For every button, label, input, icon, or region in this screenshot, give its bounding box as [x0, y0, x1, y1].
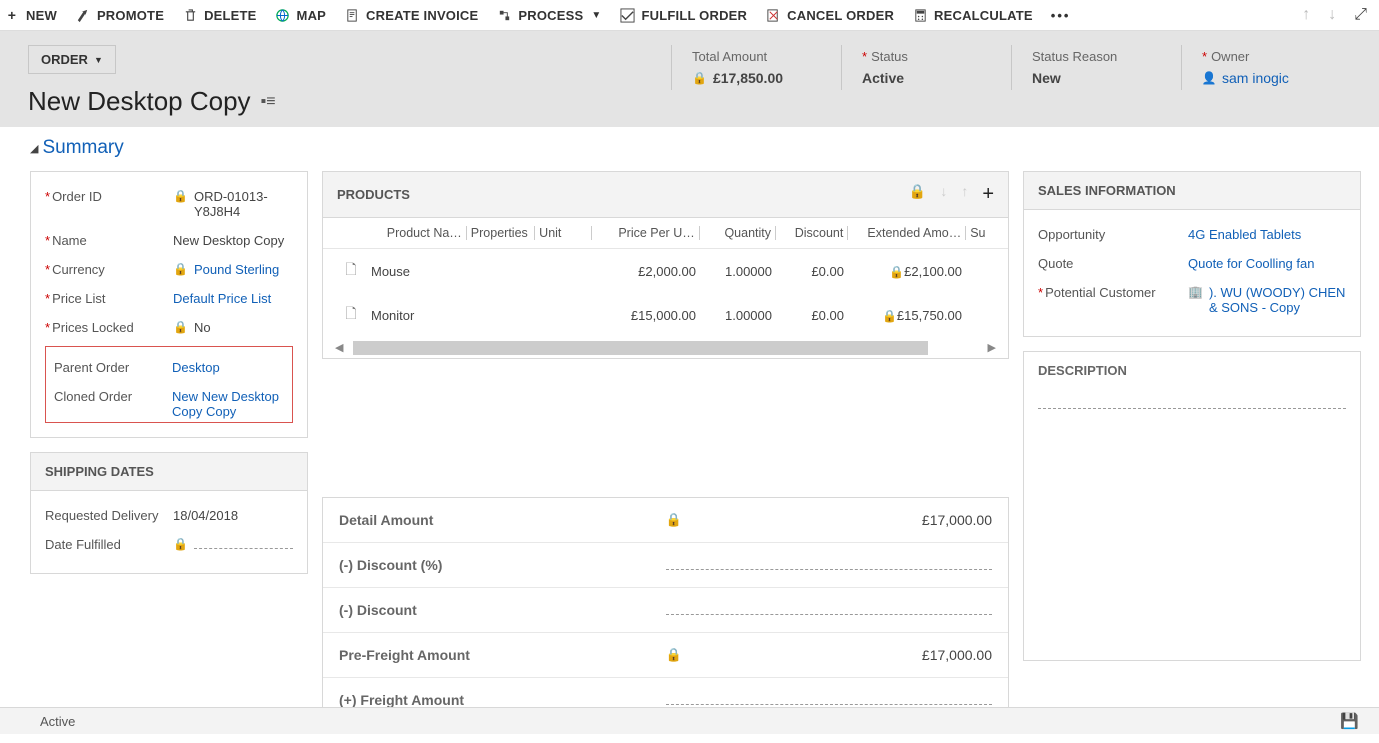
row-discount-pct[interactable]: (-) Discount (%) — [323, 543, 1008, 588]
process-icon — [496, 7, 512, 23]
product-icon: 🗋 — [335, 259, 367, 283]
field-parent-order[interactable]: Parent Order Desktop — [54, 353, 284, 382]
scroll-left-icon[interactable]: ◀ — [329, 339, 349, 356]
person-icon: 👤 — [1202, 71, 1216, 85]
lock-icon: 🔒 — [173, 537, 188, 551]
lock-icon: 🔒 — [692, 71, 707, 85]
panel-totals: Detail Amount 🔒 £17,000.00 (-) Discount … — [322, 497, 1009, 723]
row-detail-amount: Detail Amount 🔒 £17,000.00 — [323, 498, 1008, 543]
panel-header-description: DESCRIPTION — [1024, 352, 1360, 389]
hdr-status-reason[interactable]: Status Reason New — [1011, 45, 1181, 90]
chevron-down-icon: ▼ — [94, 55, 103, 65]
hdr-total-amount: Total Amount 🔒£17,850.00 — [671, 45, 841, 90]
lock-icon: 🔒 — [666, 512, 682, 528]
cancel-icon — [765, 7, 781, 23]
product-row[interactable]: 🗋 Monitor £15,000.00 1.00000 £0.00 🔒£15,… — [323, 293, 1008, 337]
cmd-create-invoice[interactable]: CREATE INVOICE — [344, 7, 478, 23]
hdr-owner[interactable]: *Owner 👤sam inogic — [1181, 45, 1351, 90]
panel-description: DESCRIPTION — [1023, 351, 1361, 661]
field-date-fulfilled: Date Fulfilled 🔒 — [45, 530, 293, 559]
invoice-icon — [344, 7, 360, 23]
cmd-promote[interactable]: PROMOTE — [75, 7, 164, 23]
grid-scrollbar[interactable]: ◀ ▶ — [323, 337, 1008, 358]
lock-icon: 🔒 — [889, 265, 904, 279]
field-opportunity[interactable]: Opportunity 4G Enabled Tablets — [1038, 220, 1346, 249]
caret-down-icon: ◢ — [30, 142, 38, 155]
trash-icon — [182, 7, 198, 23]
cmd-more[interactable]: ••• — [1051, 8, 1071, 23]
lock-icon: 🔒 — [173, 320, 188, 334]
field-potential-customer[interactable]: *Potential Customer 🏢). WU (WOODY) CHEN … — [1038, 278, 1346, 322]
field-prices-locked: *Prices Locked 🔒No — [45, 313, 293, 342]
lock-icon: 🔒 — [173, 189, 188, 203]
lock-icon: 🔒 — [882, 309, 897, 323]
account-icon: 🏢 — [1188, 285, 1203, 299]
cmd-fulfill-order[interactable]: FULFILL ORDER — [620, 7, 748, 23]
panel-header-sales-info: SALES INFORMATION — [1024, 172, 1360, 210]
plus-icon: + — [4, 7, 20, 23]
panel-details: *Order ID 🔒ORD-01013-Y8J8H4 *Name New De… — [30, 171, 308, 438]
nav-down-icon[interactable]: ↓ — [1328, 6, 1336, 24]
product-icon: 🗋 — [335, 303, 367, 327]
product-row[interactable]: 🗋 Mouse £2,000.00 1.00000 £0.00 🔒£2,100.… — [323, 249, 1008, 293]
grid-header: Product Na… Properties Unit Price Per U…… — [323, 218, 1008, 249]
lock-icon: 🔒 — [666, 647, 682, 663]
row-discount[interactable]: (-) Discount — [323, 588, 1008, 633]
lock-icon[interactable]: 🔒 — [909, 183, 926, 206]
field-currency[interactable]: *Currency 🔒Pound Sterling — [45, 255, 293, 284]
arrow-down-icon[interactable]: ↓ — [940, 183, 947, 206]
panel-sales-info: SALES INFORMATION Opportunity 4G Enabled… — [1023, 171, 1361, 337]
description-field[interactable] — [1038, 399, 1346, 409]
cmd-map[interactable]: MAP — [275, 7, 327, 23]
field-name[interactable]: *Name New Desktop Copy — [45, 226, 293, 255]
add-product-button[interactable]: + — [982, 183, 994, 206]
globe-icon — [275, 7, 291, 23]
popout-icon[interactable]: ⤢ — [1354, 6, 1367, 24]
panel-header-products: PRODUCTS 🔒 ↓ ↑ + — [323, 172, 1008, 218]
status-bar: Active 💾 — [0, 707, 1379, 734]
cmd-new[interactable]: +NEW — [4, 7, 57, 23]
cmd-cancel-order[interactable]: CANCEL ORDER — [765, 7, 894, 23]
arrow-up-icon[interactable]: ↑ — [961, 183, 968, 206]
form-selector-icon[interactable]: ▪≡ — [261, 93, 276, 111]
hdr-status[interactable]: *Status Active — [841, 45, 1011, 90]
save-icon[interactable]: 💾 — [1340, 712, 1359, 730]
tab-summary[interactable]: ◢Summary — [30, 137, 1361, 159]
panel-products: PRODUCTS 🔒 ↓ ↑ + Product Na… Properties … — [322, 171, 1009, 359]
calculator-icon — [912, 7, 928, 23]
nav-up-icon[interactable]: ↑ — [1302, 6, 1310, 24]
panel-shipping-dates: SHIPPING DATES Requested Delivery 18/04/… — [30, 452, 308, 574]
field-quote[interactable]: Quote Quote for Coolling fan — [1038, 249, 1346, 278]
cmd-process[interactable]: PROCESS▼ — [496, 7, 601, 23]
highlighted-fields: Parent Order Desktop Cloned Order New Ne… — [45, 346, 293, 423]
field-order-id: *Order ID 🔒ORD-01013-Y8J8H4 — [45, 182, 293, 226]
field-price-list[interactable]: *Price List Default Price List — [45, 284, 293, 313]
field-requested-delivery[interactable]: Requested Delivery 18/04/2018 — [45, 501, 293, 530]
chevron-down-icon: ▼ — [591, 10, 601, 21]
cmd-recalculate[interactable]: RECALCULATE — [912, 7, 1033, 23]
panel-header-shipping: SHIPPING DATES — [31, 453, 307, 491]
command-bar: +NEW PROMOTE DELETE MAP CREATE INVOICE P… — [0, 0, 1379, 31]
scroll-right-icon[interactable]: ▶ — [982, 339, 1002, 356]
record-title: New Desktop Copy ▪≡ — [28, 86, 671, 117]
fulfill-icon — [620, 7, 636, 23]
form-header: ORDER▼ New Desktop Copy ▪≡ Total Amount … — [0, 31, 1379, 127]
lock-icon: 🔒 — [173, 262, 188, 276]
row-pre-freight: Pre-Freight Amount 🔒 £17,000.00 — [323, 633, 1008, 678]
field-cloned-order[interactable]: Cloned Order New New Desktop Copy Copy — [54, 382, 284, 422]
promote-icon — [75, 7, 91, 23]
cmd-delete[interactable]: DELETE — [182, 7, 256, 23]
footer-status: Active — [40, 714, 75, 729]
entity-selector[interactable]: ORDER▼ — [28, 45, 116, 74]
